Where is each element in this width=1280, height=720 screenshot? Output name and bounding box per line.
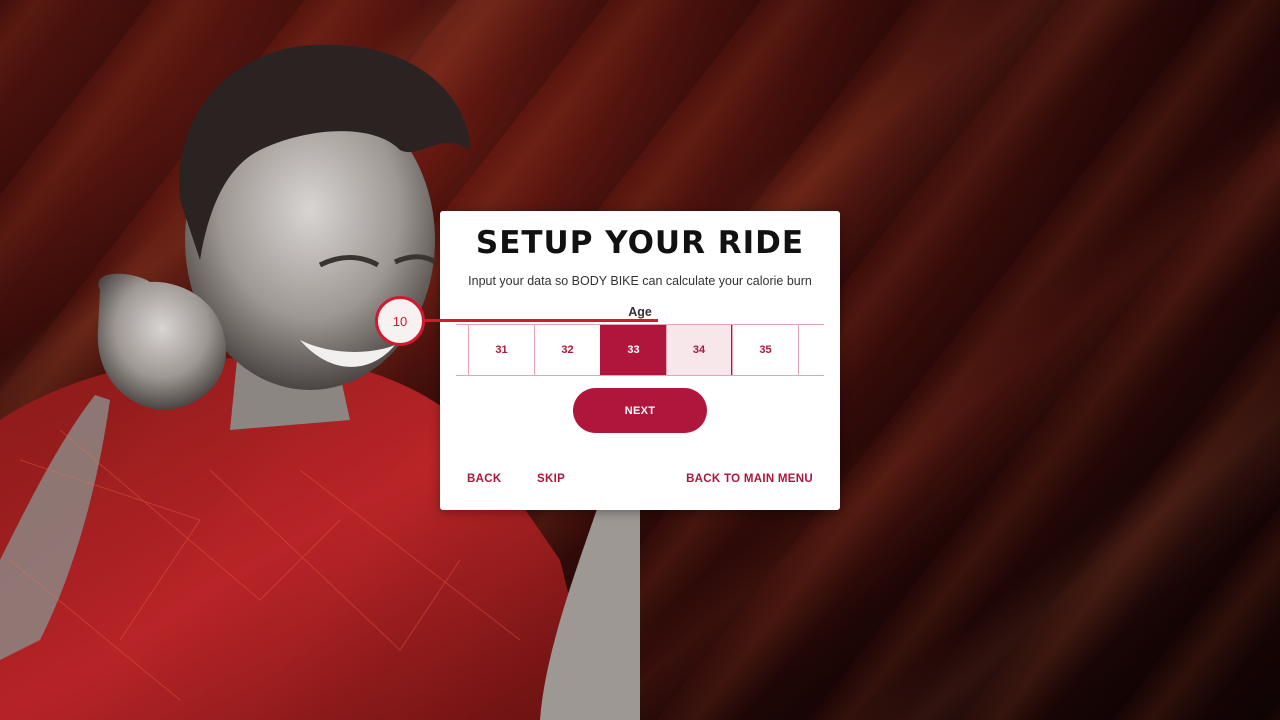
back-to-main-menu-button[interactable]: BACK TO MAIN MENU bbox=[686, 473, 813, 485]
next-button[interactable]: NEXT bbox=[573, 388, 707, 433]
age-option-partial[interactable] bbox=[798, 325, 824, 375]
back-button[interactable]: BACK bbox=[467, 473, 501, 485]
age-option[interactable]: 31 bbox=[468, 325, 534, 375]
age-option[interactable]: 34 bbox=[666, 325, 732, 375]
skip-button[interactable]: SKIP bbox=[537, 473, 565, 485]
dialog-subtitle: Input your data so BODY BIKE can calcula… bbox=[468, 274, 812, 288]
age-option[interactable]: 32 bbox=[534, 325, 600, 375]
age-option-selected[interactable]: 33 bbox=[600, 325, 666, 375]
age-label: Age bbox=[628, 305, 652, 319]
app-screen: SETUP YOUR RIDE Input your data so BODY … bbox=[0, 0, 1280, 720]
age-picker[interactable]: 31 32 33 34 35 bbox=[456, 324, 824, 376]
tutorial-step-badge: 10 bbox=[375, 296, 425, 346]
age-options: 31 32 33 34 35 bbox=[468, 325, 824, 375]
tutorial-pointer-line bbox=[424, 319, 658, 322]
age-option[interactable]: 35 bbox=[732, 325, 798, 375]
dialog-title: SETUP YOUR RIDE bbox=[475, 225, 805, 261]
setup-dialog: SETUP YOUR RIDE Input your data so BODY … bbox=[440, 211, 840, 510]
